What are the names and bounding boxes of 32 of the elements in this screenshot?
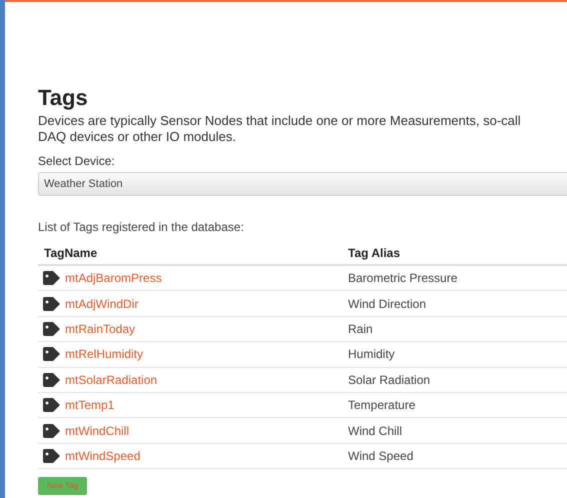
table-cell-text: Barometric Pressure <box>347 270 458 288</box>
tag-link[interactable]: mtWindSpeed <box>65 446 140 465</box>
tag-icon <box>42 271 62 286</box>
tag-icon <box>42 296 62 311</box>
tag-link[interactable]: mtRelHumidity <box>65 345 144 364</box>
tag-link[interactable]: mtAdjWindDir <box>65 294 138 313</box>
column-header: Tag Alias <box>347 245 400 262</box>
table-cell-text: Wind Chill <box>347 422 402 440</box>
page-title: Tags <box>38 84 88 112</box>
column-header: TagName <box>43 245 98 262</box>
tag-link[interactable]: mtAdjBaromPress <box>65 269 162 288</box>
tag-icon <box>42 322 62 336</box>
tag-icon <box>42 372 62 387</box>
tag-link[interactable]: mtRainToday <box>65 320 136 338</box>
list-caption: List of Tags registered in the database: <box>38 219 244 236</box>
tag-icon <box>42 424 62 438</box>
table-cell-text: Wind Direction <box>347 296 426 313</box>
select-label: Select Device: <box>38 153 115 170</box>
tag-link[interactable]: mtSolarRadiation <box>65 370 158 389</box>
tag-link[interactable]: mtWindChill <box>65 422 130 440</box>
tag-icon <box>42 448 62 463</box>
tag-icon <box>42 347 62 362</box>
device-select[interactable]: Weather Station <box>38 172 567 196</box>
table-cell-text: Temperature <box>347 397 416 414</box>
description-text: Devices are typically Sensor Nodes that include one or more Measurements, so-call <box>38 113 521 129</box>
description-text: DAQ devices or other IO modules. <box>38 129 236 145</box>
table-cell-text: Humidity <box>347 346 395 364</box>
table-cell-text: Rain <box>347 320 373 338</box>
table-cell-text: Solar Radiation <box>347 372 430 389</box>
tag-link[interactable]: mtTemp1 <box>65 396 114 414</box>
table-cell-text: Wind Speed <box>347 448 414 465</box>
tag-icon <box>42 398 62 412</box>
